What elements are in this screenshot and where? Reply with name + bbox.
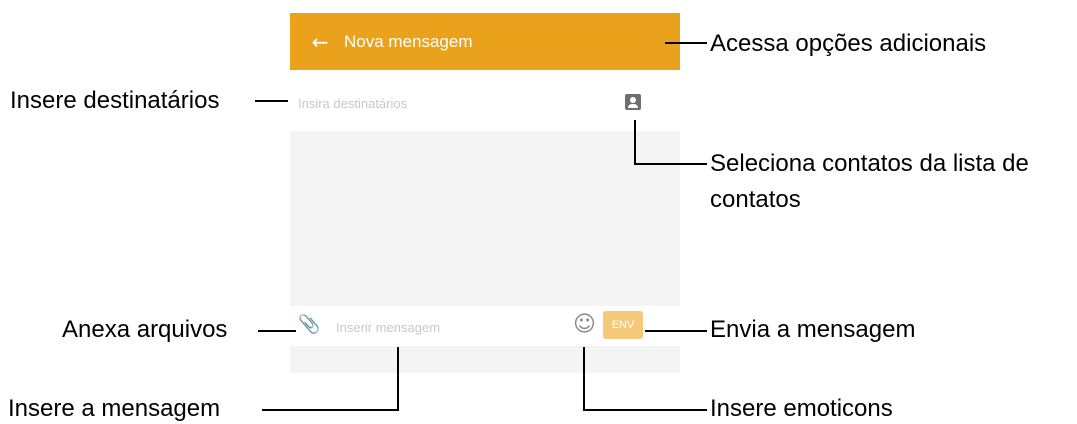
callout-line-message-horizontal <box>262 409 399 411</box>
callout-more-options: Acessa opções adicionais <box>710 30 987 57</box>
callout-contacts-line2: contatos <box>710 186 801 213</box>
callout-line-attach <box>258 330 296 332</box>
callout-contacts-line1: Seleciona contatos da lista de <box>710 150 1029 177</box>
callout-recipients: Insere destinatários <box>10 87 220 114</box>
paperclip-icon: 📎 <box>298 314 321 335</box>
callout-line-contacts-horizontal <box>634 163 707 165</box>
callout-line-message-vertical <box>397 347 399 411</box>
callout-line-more-options <box>665 42 707 44</box>
callout-emoticons: Insere emoticons <box>710 395 893 422</box>
attach-button[interactable]: 📎 <box>298 314 320 336</box>
app-bar: ← Nova mensagem <box>290 13 680 70</box>
callout-line-emoticons-vertical <box>583 347 585 411</box>
message-input[interactable] <box>334 316 568 338</box>
callout-line-send <box>645 330 707 332</box>
callout-send: Envia a mensagem <box>710 316 916 343</box>
emoticon-button[interactable]: ☺ <box>573 312 596 337</box>
callout-attach: Anexa arquivos <box>62 316 228 343</box>
recipient-input[interactable] <box>296 92 600 114</box>
screen-title: Nova mensagem <box>344 31 473 51</box>
phone-screen: ← Nova mensagem 📎 ☺ ENV <box>290 13 680 373</box>
callout-line-emoticons-horizontal <box>583 409 707 411</box>
arrow-left-icon: ← <box>311 29 329 54</box>
smiley-icon: ☺ <box>573 312 596 337</box>
back-button[interactable]: ← <box>300 13 340 70</box>
send-button[interactable]: ENV <box>603 311 643 339</box>
callout-line-recipients <box>255 100 288 102</box>
callout-message: Insere a mensagem <box>8 395 221 422</box>
contacts-button[interactable] <box>625 94 641 110</box>
recipient-row <box>290 70 680 131</box>
compose-bar: 📎 ☺ ENV <box>290 306 680 346</box>
callout-line-contacts-vertical <box>634 120 636 164</box>
